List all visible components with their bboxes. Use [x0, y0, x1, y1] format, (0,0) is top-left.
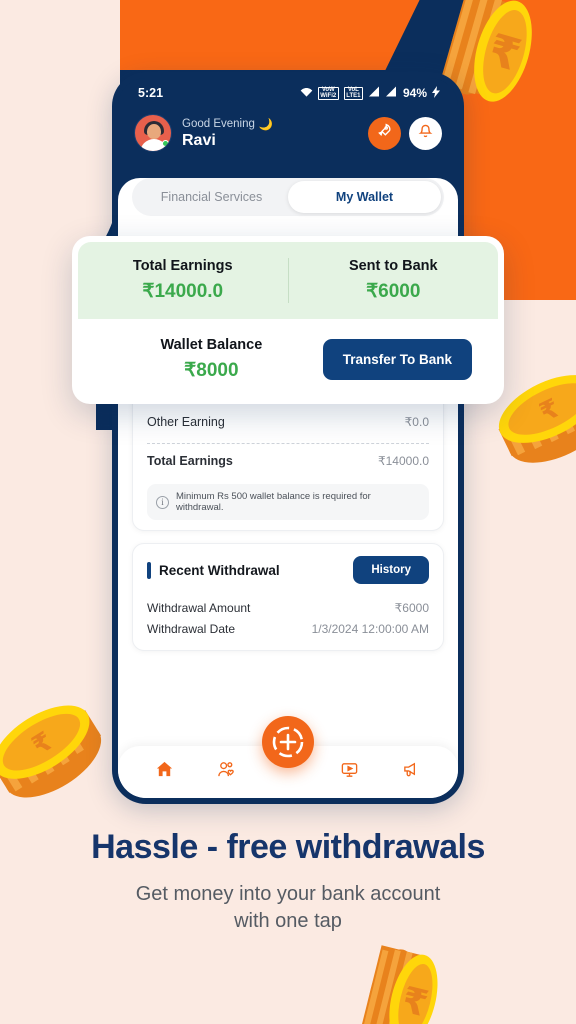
promo-screenshot: ₹ ₹ ₹ ₹ 5:21 VoW WiFi2 VoL LTE1 94% Good…: [0, 0, 576, 1024]
sent-to-bank-block: Sent to Bank ₹6000: [287, 258, 499, 303]
user-name: Ravi: [182, 131, 216, 149]
add-button[interactable]: [262, 716, 314, 768]
breakdown-row-total: Total Earnings ₹14000.0: [147, 448, 429, 474]
notification-button[interactable]: [409, 116, 442, 150]
avatar[interactable]: [134, 114, 172, 152]
total-earnings-block: Total Earnings ₹14000.0: [78, 258, 288, 303]
recent-withdrawal-title: Recent Withdrawal: [147, 561, 280, 579]
subline-1: Get money into your bank account: [135, 883, 441, 905]
row-value: ₹14000.0: [377, 454, 429, 468]
note-text: Minimum Rs 500 wallet balance is require…: [176, 491, 371, 513]
lightning-bolt-icon: [432, 85, 440, 101]
total-earnings-value: ₹14000.0: [142, 281, 224, 302]
row-label: Total Earnings: [147, 454, 233, 468]
rocket-icon: [376, 122, 393, 144]
megaphone-icon: [402, 760, 421, 784]
row-label: Other Earning: [147, 415, 225, 429]
tab-financial-services[interactable]: Financial Services: [135, 181, 288, 213]
summary-green-panel: Total Earnings ₹14000.0 Sent to Bank ₹60…: [78, 242, 498, 319]
vowifi-icon: VoW WiFi2: [317, 86, 339, 100]
video-icon: [340, 760, 359, 784]
home-icon: [155, 760, 174, 784]
divider: [147, 443, 429, 444]
row-label: Withdrawal Date: [147, 622, 236, 636]
tab-label: My Wallet: [335, 190, 394, 204]
wallet-balance-value: ₹8000: [184, 360, 239, 381]
rocket-button[interactable]: [368, 116, 401, 150]
row-value: 1/3/2024 12:00:00 AM: [311, 622, 429, 636]
title-text: Recent Withdrawal: [159, 562, 280, 578]
withdrawal-amount-row: Withdrawal Amount ₹6000: [147, 594, 429, 615]
row-label: Withdrawal Amount: [147, 601, 251, 615]
contacts-icon: [217, 760, 236, 784]
withdrawal-date-row: Withdrawal Date 1/3/2024 12:00:00 AM: [147, 615, 429, 636]
headline: Hassle - free withdrawals: [91, 828, 485, 866]
info-icon: i: [156, 495, 169, 509]
breakdown-row-other: Other Earning ₹0.0: [147, 409, 429, 435]
status-time: 5:21: [138, 86, 164, 100]
tab-my-wallet[interactable]: My Wallet: [288, 181, 441, 213]
wifi-icon: [300, 86, 313, 100]
signal-bars-icon-2: [385, 86, 397, 100]
wallet-balance-label: Wallet Balance: [160, 337, 263, 353]
moon-icon: 🌙: [258, 118, 274, 131]
sent-to-bank-value: ₹6000: [366, 281, 421, 302]
summary-white-panel: Wallet Balance ₹8000 Transfer To Bank: [78, 319, 498, 398]
row-value: ₹6000: [394, 601, 429, 615]
signal-bars-icon: [368, 86, 380, 100]
recent-withdrawal-card: Recent Withdrawal History Withdrawal Amo…: [132, 543, 444, 651]
nav-video[interactable]: [337, 759, 363, 785]
title-accent-bar: [147, 561, 151, 579]
phone-screen: 5:21 VoW WiFi2 VoL LTE1 94% Good Evening…: [118, 78, 458, 798]
wallet-tabbar: Financial Services My Wallet: [132, 178, 444, 216]
transfer-to-bank-button[interactable]: Transfer To Bank: [322, 339, 472, 380]
minimum-balance-note: i Minimum Rs 500 wallet balance is requi…: [147, 484, 429, 520]
wallet-balance-block: Wallet Balance ₹8000: [100, 337, 323, 382]
history-button[interactable]: History: [353, 556, 429, 584]
tab-label: Financial Services: [160, 190, 263, 204]
promo-caption: Hassle - free withdrawals Get money into…: [0, 828, 576, 935]
total-earnings-label: Total Earnings: [132, 258, 233, 274]
wallet-summary-overlay-card: Total Earnings ₹14000.0 Sent to Bank ₹60…: [72, 236, 504, 404]
phone-frame: 5:21 VoW WiFi2 VoL LTE1 94% Good Evening…: [112, 72, 464, 804]
nav-home[interactable]: [152, 759, 178, 785]
header-greeting-row: Good Evening 🌙 Ravi: [118, 108, 458, 166]
row-value: ₹0.0: [404, 415, 429, 429]
sent-to-bank-label: Sent to Bank: [348, 258, 438, 274]
battery-percent: 94%: [402, 86, 427, 100]
greeting-label: Good Evening: [182, 117, 255, 130]
status-bar: 5:21 VoW WiFi2 VoL LTE1 94%: [118, 78, 458, 108]
nav-contacts[interactable]: [213, 759, 239, 785]
nav-megaphone[interactable]: [398, 759, 424, 785]
bell-icon: [417, 122, 434, 144]
volte-icon: VoL LTE1: [343, 86, 363, 100]
subline-2: with one tap: [234, 910, 342, 932]
